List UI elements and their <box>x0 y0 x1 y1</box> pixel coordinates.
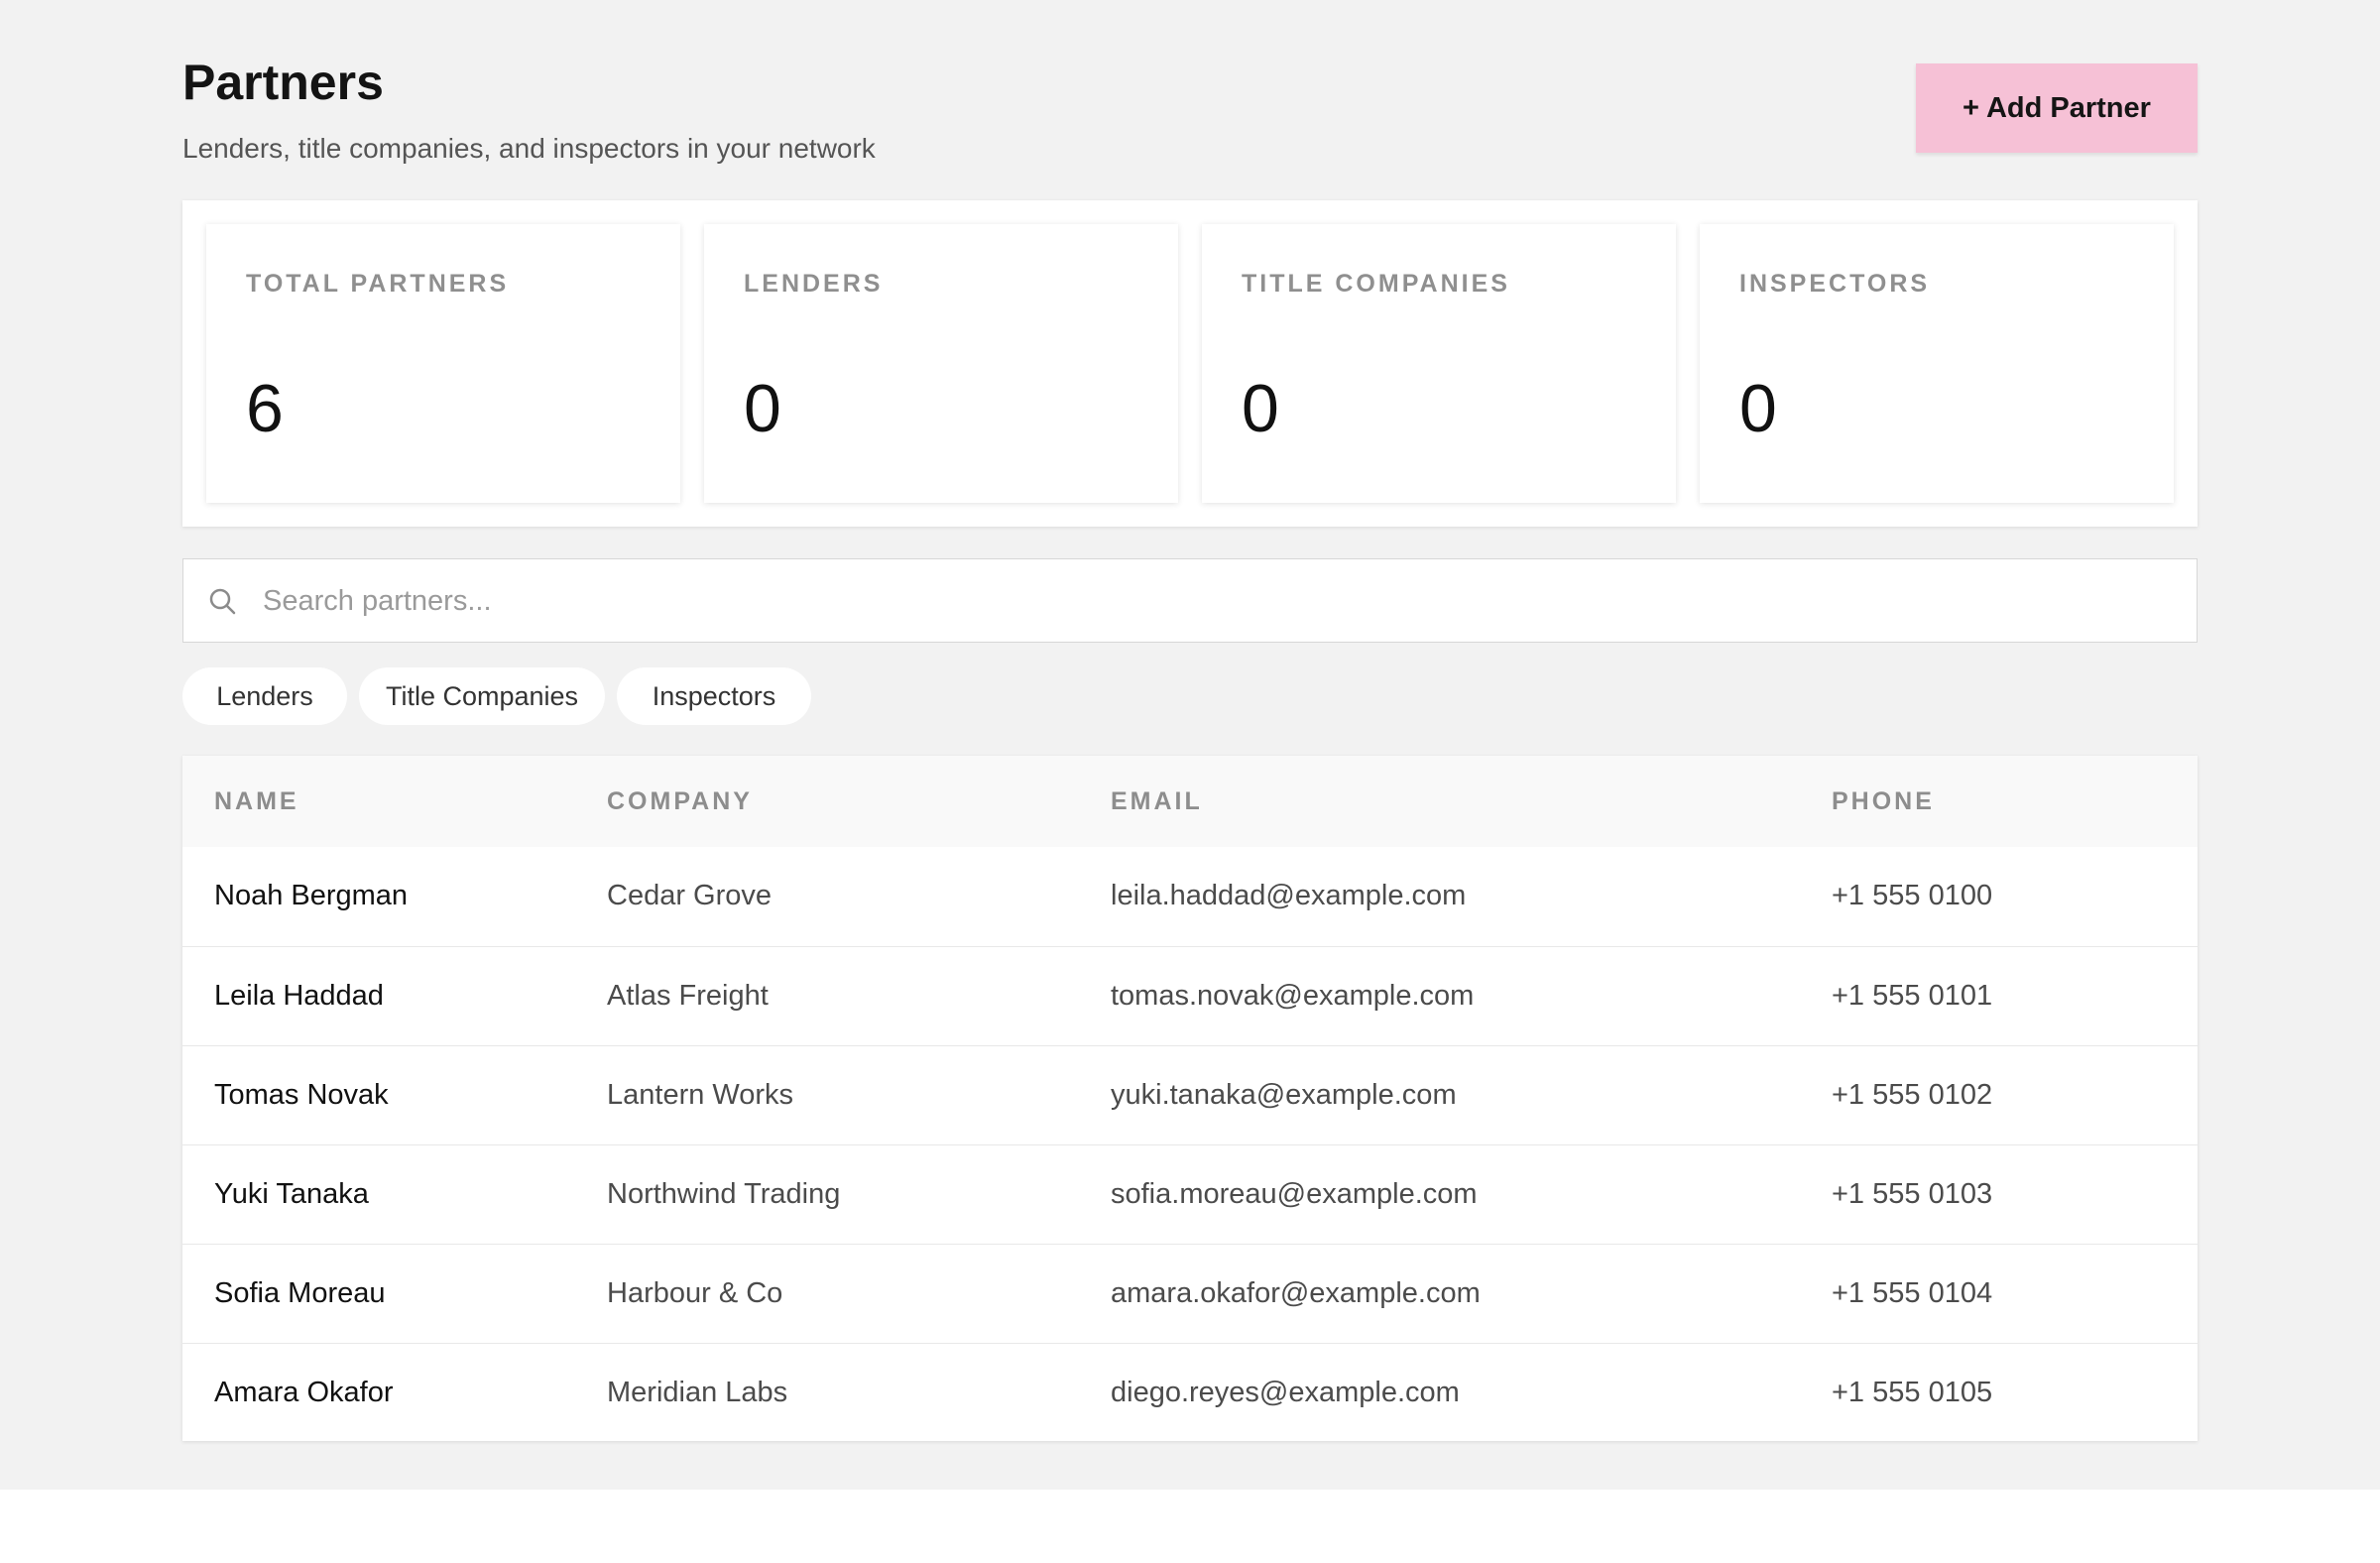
stat-label: TOTAL PARTNERS <box>246 270 510 298</box>
table-row[interactable]: Sofia Moreau Harbour & Co amara.okafor@e… <box>182 1244 2198 1343</box>
stat-value: 6 <box>246 371 284 446</box>
partner-phone: +1 555 0105 <box>1832 1376 1993 1408</box>
stat-card-lenders: LENDERS 0 <box>704 224 1178 503</box>
table-row[interactable]: Amara Okafor Meridian Labs diego.reyes@e… <box>182 1343 2198 1441</box>
table-header-row: NAME COMPANY EMAIL PHONE <box>182 756 2198 847</box>
partner-phone: +1 555 0102 <box>1832 1078 1993 1111</box>
filter-chip-title-companies[interactable]: Title Companies <box>359 667 605 725</box>
partner-email: tomas.novak@example.com <box>1111 979 1475 1012</box>
filter-chip-lenders[interactable]: Lenders <box>182 667 347 725</box>
partner-company: Harbour & Co <box>607 1276 783 1309</box>
partner-email: yuki.tanaka@example.com <box>1111 1078 1457 1111</box>
table-row[interactable]: Yuki Tanaka Northwind Trading sofia.more… <box>182 1144 2198 1244</box>
partner-company: Cedar Grove <box>607 880 773 912</box>
stat-label: INSPECTORS <box>1739 270 1931 298</box>
partner-email: leila.haddad@example.com <box>1111 880 1467 912</box>
table-row[interactable]: Leila Haddad Atlas Freight tomas.novak@e… <box>182 946 2198 1045</box>
partner-email: diego.reyes@example.com <box>1111 1376 1460 1408</box>
partner-email: sofia.moreau@example.com <box>1111 1177 1478 1210</box>
page-subtitle: Lenders, title companies, and inspectors… <box>182 133 876 164</box>
table-row[interactable]: Noah Bergman Cedar Grove leila.haddad@ex… <box>182 847 2198 946</box>
table-header: NAME COMPANY EMAIL PHONE <box>182 756 2198 847</box>
partner-company: Northwind Trading <box>607 1177 841 1210</box>
stat-card-total-partners: TOTAL PARTNERS 6 <box>206 224 680 503</box>
add-partner-button[interactable]: + Add Partner <box>1916 63 2198 153</box>
page-title: Partners <box>182 55 384 110</box>
stat-label: TITLE COMPANIES <box>1242 270 1510 298</box>
column-header-company[interactable]: COMPANY <box>607 756 1111 847</box>
partner-name: Sofia Moreau <box>214 1276 386 1309</box>
column-header-email[interactable]: EMAIL <box>1111 756 1832 847</box>
filter-chip-inspectors[interactable]: Inspectors <box>617 667 811 725</box>
partner-name: Tomas Novak <box>214 1078 389 1111</box>
stat-value: 0 <box>1242 371 1279 446</box>
partner-company: Lantern Works <box>607 1078 794 1111</box>
column-header-phone[interactable]: PHONE <box>1832 756 2198 847</box>
partners-table-card: NAME COMPANY EMAIL PHONE Noah Bergman Ce… <box>182 756 2198 1441</box>
search-input[interactable] <box>261 575 2169 627</box>
partners-table: NAME COMPANY EMAIL PHONE Noah Bergman Ce… <box>182 756 2198 1441</box>
table-body: Noah Bergman Cedar Grove leila.haddad@ex… <box>182 847 2198 1441</box>
partner-email: amara.okafor@example.com <box>1111 1276 1481 1309</box>
stat-card-title-companies: TITLE COMPANIES 0 <box>1202 224 1676 503</box>
partner-phone: +1 555 0100 <box>1832 880 1993 912</box>
partner-phone: +1 555 0104 <box>1832 1276 1993 1309</box>
partner-name: Yuki Tanaka <box>214 1177 369 1210</box>
stat-label: LENDERS <box>744 270 884 298</box>
partner-phone: +1 555 0101 <box>1832 979 1993 1012</box>
partner-phone: +1 555 0103 <box>1832 1177 1993 1210</box>
partner-name: Amara Okafor <box>214 1376 394 1408</box>
table-row[interactable]: Tomas Novak Lantern Works yuki.tanaka@ex… <box>182 1045 2198 1144</box>
partner-company: Meridian Labs <box>607 1376 788 1408</box>
stat-card-inspectors: INSPECTORS 0 <box>1700 224 2174 503</box>
stat-value: 0 <box>744 371 781 446</box>
partners-page: Partners Lenders, title companies, and i… <box>182 0 2198 1441</box>
stats-panel: TOTAL PARTNERS 6 LENDERS 0 TITLE COMPANI… <box>182 200 2198 527</box>
partner-name: Noah Bergman <box>214 880 409 912</box>
page-header: Partners Lenders, title companies, and i… <box>182 0 2198 200</box>
stat-value: 0 <box>1739 371 1777 446</box>
column-header-name[interactable]: NAME <box>182 756 607 847</box>
partner-company: Atlas Freight <box>607 979 769 1012</box>
search-box[interactable] <box>182 558 2198 643</box>
search-icon <box>209 588 236 615</box>
partner-name: Leila Haddad <box>214 979 384 1012</box>
